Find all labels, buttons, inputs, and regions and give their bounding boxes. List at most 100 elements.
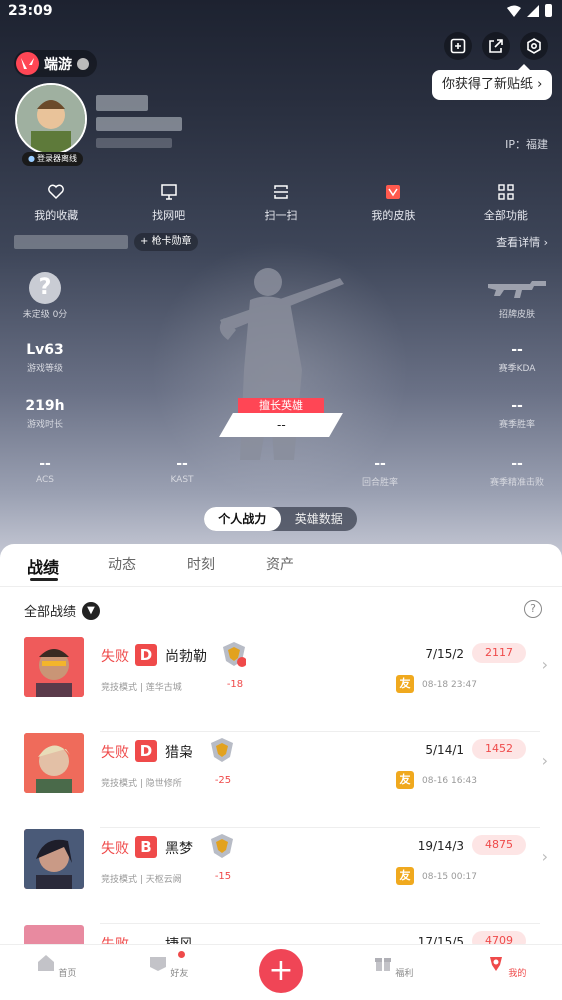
profile-hero: 23:09 端游 你获得了新贴纸 › ● 登录器离线 IP：福建 我的收藏 找网… [0,0,562,560]
agent-name: 猎枭 [165,745,193,761]
badge-row: + 枪卡勋章 查看详情 › [14,233,548,253]
nav-friends[interactable]: 好友 [138,953,198,979]
row-divider [100,827,540,828]
season-hs-stat: -- 赛季精准击败 [480,456,554,488]
quick-actions: 我的收藏 找网吧 扫一扫 我的皮肤 全部功能 [0,183,562,223]
tab-records[interactable]: 战绩 [27,554,59,578]
row-divider [100,923,540,924]
round-win-label: 回合胜率 [361,478,398,488]
rank-shield-icon [211,834,233,858]
kast-label: KAST [170,475,194,485]
match-grade: B [135,836,157,858]
records-filter[interactable]: 全部战绩 ▼ [24,601,101,620]
match-result: 失败 [101,745,129,761]
tab-assets[interactable]: 资产 [266,554,294,574]
quick-netcafe[interactable]: 找网吧 [112,183,224,223]
nav-label: 福利 [395,969,414,979]
match-score: 4875 [472,835,526,855]
agent-name: 尚勃勒 [165,649,207,665]
gift-icon [374,958,391,971]
agent-name: 黑梦 [165,841,193,857]
tab-activity[interactable]: 动态 [108,554,136,574]
playtime-label: 游戏时长 [26,420,63,430]
match-row[interactable]: 失败 捷风 17/15/5 4709 [0,925,562,944]
id-redacted [96,117,182,131]
signature-skin[interactable]: 招牌皮肤 [480,276,554,320]
match-mode: 竞技模式 | 莲华古城 [101,683,182,693]
wifi-icon [507,5,521,17]
friend-badge: 友 [396,675,414,693]
match-row[interactable]: 失败 D 猎枭 竞技模式 | 隐世修所 -25 5/14/1 1452 友 08… [0,733,562,828]
round-win-stat: -- 回合胜率 [349,456,411,488]
rank-stat[interactable]: ? 未定级 0分 [16,272,74,320]
username-redacted [96,95,148,111]
agent-silhouette [219,268,344,460]
status-bar: 23:09 [0,0,562,24]
skin-icon [386,185,401,199]
nav-mine[interactable]: 我的 [476,953,536,979]
chevron-down-icon: ▼ [82,601,101,620]
nav-home[interactable]: 首页 [26,953,86,979]
share-icon[interactable] [482,32,510,60]
view-details-link[interactable]: 查看详情 › [496,234,548,250]
kast-stat: -- KAST [151,456,213,485]
quick-skins[interactable]: 我的皮肤 [337,183,449,223]
match-grade: D [135,644,157,666]
valorant-logo-icon [16,52,39,75]
brand-chip[interactable]: 端游 [14,50,97,77]
playtime-stat: 219h 游戏时长 [14,398,76,430]
rifle-icon [488,281,546,298]
settings-icon[interactable] [520,32,548,60]
match-score: 1452 [472,739,526,759]
unranked-icon: ? [29,272,61,304]
gun-card-badge-button[interactable]: + 枪卡勋章 [134,233,198,251]
tab-moments[interactable]: 时刻 [187,554,215,574]
best-hero-plate[interactable]: -- [219,413,343,437]
view-toggle: 个人战力 英雄数据 [204,507,357,531]
acs-stat: -- ACS [14,456,76,485]
grid-icon [498,184,514,200]
match-kda: 5/14/1 [425,743,464,757]
match-row[interactable]: 失败 D 尚勃勒 竞技模式 | 莲华古城 -18 7/15/2 2117 友 0… [0,637,562,732]
avatar[interactable] [15,83,87,155]
nav-label: 好友 [170,969,189,979]
best-hero-tag: 擅长英雄 [238,398,324,414]
nav-label: 我的 [508,969,527,979]
season-hs-label: 赛季精准击败 [489,478,544,488]
season-hs-value: -- [511,456,523,472]
season-win-value: -- [511,398,523,414]
agent-name: 捷风 [165,934,193,944]
toggle-personal-power[interactable]: 个人战力 [204,507,281,531]
kast-value: -- [176,456,188,472]
quick-all[interactable]: 全部功能 [450,183,562,223]
online-status: 登录器离线 [22,152,83,166]
agent-portrait [24,925,84,944]
sticker-tooltip[interactable]: 你获得了新贴纸 › [432,64,553,100]
match-row[interactable]: 失败 B 黑梦 竞技模式 | 天枢云阙 -15 19/14/3 4875 友 0… [0,829,562,924]
quick-favorites[interactable]: 我的收藏 [0,183,112,223]
season-kda-stat: -- 赛季KDA [480,342,554,374]
match-date: 08-15 00:17 [422,872,477,882]
heart-icon [48,184,65,200]
add-sticker-icon[interactable] [444,32,472,60]
match-kda: 7/15/2 [425,647,464,661]
rank-delta: -15 [214,871,232,882]
chevron-right-icon: › [541,847,548,866]
plus-icon[interactable]: + [259,949,303,993]
badge-strip-redacted [14,235,128,249]
season-win-stat: -- 赛季胜率 [480,398,554,430]
equipment-icon [77,57,89,70]
chevron-right-icon: › [541,655,548,674]
toggle-hero-data[interactable]: 英雄数据 [281,507,358,531]
rank-delta: -25 [214,775,232,786]
friends-icon [149,957,166,971]
monitor-icon [160,184,177,200]
playtime-value: 219h [25,398,65,414]
match-date: 08-16 16:43 [422,776,477,786]
nav-welfare[interactable]: 福利 [363,953,423,979]
level-stat: Lv63 游戏等级 [14,342,76,374]
skin-label: 招牌皮肤 [498,310,535,320]
help-icon[interactable]: ? [524,600,542,618]
quick-scan[interactable]: 扫一扫 [225,183,337,223]
battery-icon [545,4,552,17]
